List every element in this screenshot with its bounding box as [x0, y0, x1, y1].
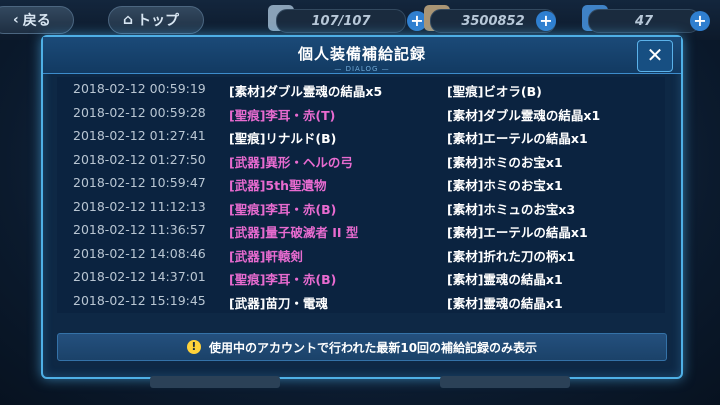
record-list: 2018-02-12 00:59:19 [素材]ダブル霊魂の結晶x5 [聖痕]ビ… [57, 77, 665, 313]
supply-record-dialog: 個人装備補給記録 — DIALOG — ✕ 2018-02-12 00:59:1… [41, 35, 683, 379]
record-date: 2018-02-12 15:19:45 [73, 292, 206, 308]
record-item-1: [武器]軒轅剣 [229, 248, 303, 264]
record-item-1: [武器]5th聖遺物 [229, 178, 327, 193]
record-item-1: [武器]苗刀・電魂 [229, 295, 328, 311]
record-date: 2018-02-12 14:37:01 [73, 269, 206, 284]
top-bar: ‹ 戻る ⌂ トップ 107/107 + 3500852 + 47 + [0, 0, 720, 40]
record-row: 2018-02-12 00:59:19 [素材]ダブル霊魂の結晶x5 [聖痕]ビ… [57, 77, 665, 101]
dialog-header: 個人装備補給記録 — DIALOG — ✕ [43, 37, 681, 74]
close-icon: ✕ [646, 43, 664, 67]
record-row: 2018-02-12 10:59:47 [武器]5th聖遺物 [素材]ホミのお宝… [57, 171, 665, 195]
dialog-title: 個人装備補給記録 [297, 45, 426, 63]
record-item-2: [素材]エーテルの結晶x1 [447, 131, 588, 146]
record-item-2: [聖痕]ビオラ(B) [447, 84, 542, 99]
stamina-counter: 107/107 [276, 9, 406, 33]
add-coin-button[interactable]: + [536, 11, 556, 31]
record-date: 2018-02-12 00:59:28 [73, 104, 206, 120]
record-row: 2018-02-12 11:36:57 [武器]量子破滅者 II 型 [素材]エ… [57, 218, 665, 242]
back-label: 戻る [22, 13, 51, 29]
record-item-1: [聖痕]李耳・赤(B) [229, 272, 337, 287]
notice-bar: ! 使用中のアカウントで行われた最新10回の補給記録のみ表示 [57, 333, 667, 361]
record-item-1: [聖痕]李耳・赤(B) [229, 201, 337, 217]
crystal-counter: 47 [588, 9, 700, 33]
record-item-1: [聖痕]李耳・赤(T) [229, 107, 336, 123]
record-row: 2018-02-12 15:19:45 [武器]苗刀・電魂 [素材]霊魂の結晶x… [57, 289, 665, 313]
notice-text: 使用中のアカウントで行われた最新10回の補給記録のみ表示 [208, 340, 538, 355]
top-label: トップ [137, 13, 180, 29]
record-item-1: [聖痕]リナルド(B) [229, 131, 337, 146]
record-row: 2018-02-12 01:27:41 [聖痕]リナルド(B) [素材]エーテル… [57, 124, 665, 148]
close-button[interactable]: ✕ [637, 40, 673, 72]
dialog-subtitle: — DIALOG — [334, 65, 390, 73]
record-row: 2018-02-12 11:12:13 [聖痕]李耳・赤(B) [素材]ホミュの… [57, 195, 665, 219]
record-row: 2018-02-12 14:37:01 [聖痕]李耳・赤(B) [素材]霊魂の結… [57, 265, 665, 289]
back-arrow-icon: ‹ [13, 12, 19, 28]
back-button[interactable]: ‹ 戻る [0, 6, 74, 34]
record-item-1: [素材]ダブル霊魂の結晶x5 [229, 84, 383, 99]
background-button-right [440, 376, 570, 388]
record-date: 2018-02-12 01:27:41 [73, 128, 206, 143]
record-date: 2018-02-12 14:08:46 [73, 245, 206, 261]
record-date: 2018-02-12 10:59:47 [73, 175, 206, 190]
record-item-1: [武器]量子破滅者 II 型 [229, 225, 359, 240]
record-item-2: [素材]エーテルの結晶x1 [447, 225, 588, 240]
record-item-2: [素材]ホミのお宝x1 [447, 154, 563, 170]
add-crystal-button[interactable]: + [690, 11, 710, 31]
record-date: 2018-02-12 00:59:19 [73, 81, 206, 96]
record-date: 2018-02-12 11:36:57 [73, 222, 206, 237]
record-item-2: [素材]霊魂の結晶x1 [447, 295, 563, 311]
crystal-value: 47 [634, 13, 654, 29]
info-icon: ! [186, 340, 201, 354]
record-item-2: [素材]霊魂の結晶x1 [447, 272, 563, 287]
background-button-left [150, 376, 280, 388]
record-item-2: [素材]折れた刀の柄x1 [447, 248, 576, 264]
record-row: 2018-02-12 14:08:46 [武器]軒轅剣 [素材]折れた刀の柄x1 [57, 242, 665, 266]
coin-value: 3500852 [461, 13, 525, 29]
record-item-2: [素材]ホミュのお宝x3 [447, 201, 576, 217]
stamina-value: 107/107 [311, 13, 371, 29]
record-date: 2018-02-12 01:27:50 [73, 151, 206, 167]
record-item-2: [素材]ホミのお宝x1 [447, 178, 563, 193]
record-item-1: [武器]異形・ヘルの弓 [229, 154, 353, 170]
record-date: 2018-02-12 11:12:13 [73, 198, 206, 214]
top-button[interactable]: ⌂ トップ [108, 6, 204, 34]
home-icon: ⌂ [123, 12, 134, 28]
record-row: 2018-02-12 00:59:28 [聖痕]李耳・赤(T) [素材]ダブル霊… [57, 101, 665, 125]
record-row: 2018-02-12 01:27:50 [武器]異形・ヘルの弓 [素材]ホミのお… [57, 148, 665, 172]
record-item-2: [素材]ダブル霊魂の結晶x1 [447, 107, 601, 123]
